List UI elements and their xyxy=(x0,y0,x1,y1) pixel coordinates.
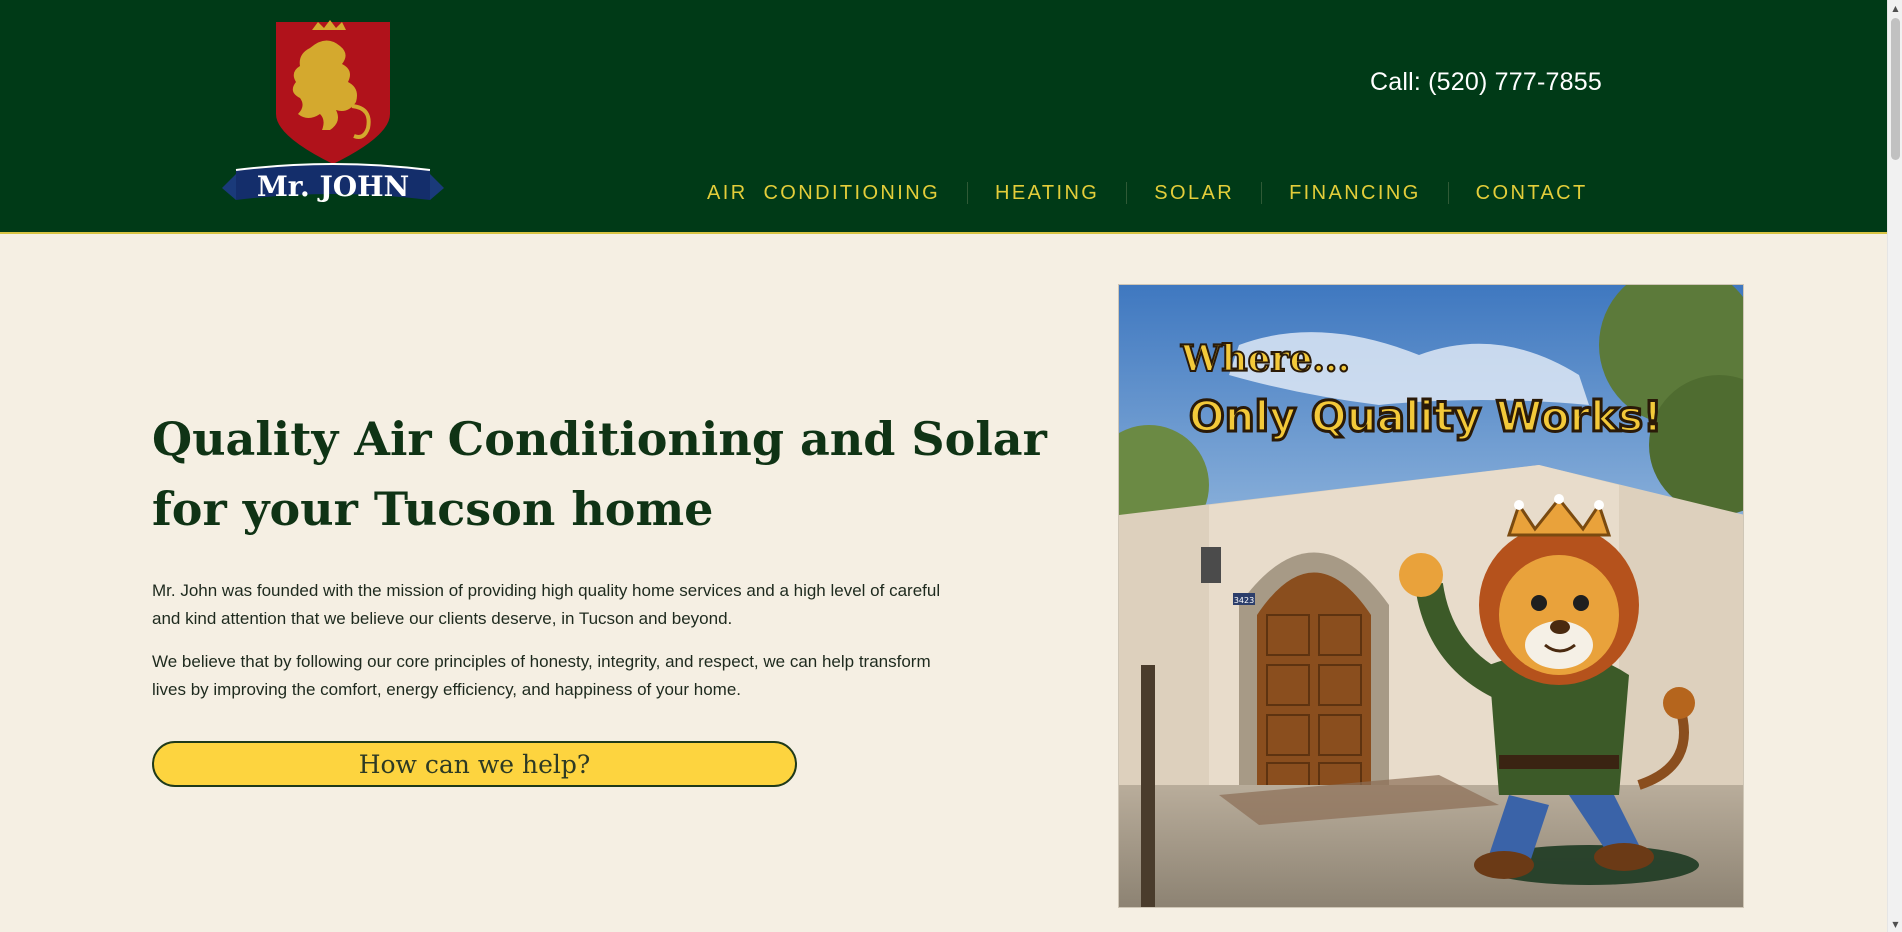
house-number: 3423 xyxy=(1234,596,1254,605)
nav-item-contact[interactable]: CONTACT xyxy=(1449,182,1615,205)
triangle-up-icon[interactable]: ▲ xyxy=(1888,0,1902,16)
image-text-where: Where... xyxy=(1180,338,1350,380)
hero-title: Quality Air Conditioning and Solar for y… xyxy=(152,412,1047,536)
nav-item-solar[interactable]: SOLAR xyxy=(1127,182,1261,205)
image-text-only-quality-works: Only Quality Works! xyxy=(1189,392,1662,441)
mr-john-logo[interactable]: Mr. JOHN xyxy=(222,18,444,223)
how-can-we-help-button[interactable]: How can we help? xyxy=(152,741,797,787)
scrollbar-thumb[interactable] xyxy=(1891,18,1900,160)
phone-number[interactable]: Call: (520) 777-7855 xyxy=(1370,68,1602,97)
nav-item-air-conditioning[interactable]: AIR CONDITIONING xyxy=(680,182,967,205)
triangle-down-icon[interactable]: ▼ xyxy=(1888,916,1902,932)
main-nav: AIR CONDITIONING HEATING SOLAR FINANCING… xyxy=(680,178,1615,208)
logo-text: Mr. JOHN xyxy=(257,170,409,203)
site-header: Mr. JOHN Call: (520) 777-7855 AIR CONDIT… xyxy=(0,0,1887,234)
nav-item-financing[interactable]: FINANCING xyxy=(1262,182,1448,205)
page-scrollbar[interactable]: ▲ ▼ xyxy=(1887,0,1902,932)
nav-item-heating[interactable]: HEATING xyxy=(968,182,1126,205)
hero-paragraph-principles: We believe that by following our core pr… xyxy=(152,652,931,699)
hero-image: 3423 Where... Only Quality Works! xyxy=(1118,284,1744,908)
hero-paragraph-mission: Mr. John was founded with the mission of… xyxy=(152,581,941,628)
